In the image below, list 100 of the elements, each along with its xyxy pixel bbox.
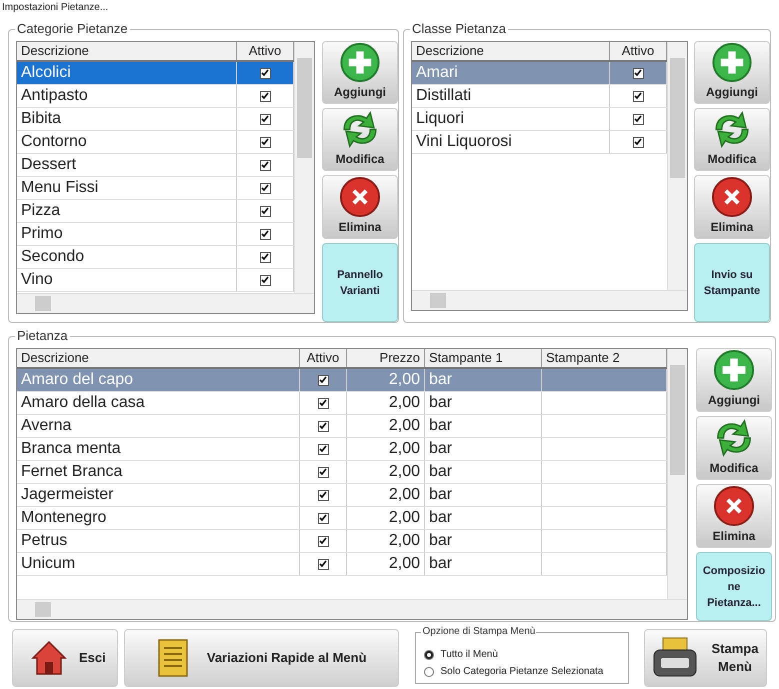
toolbar-button[interactable]: Esci xyxy=(12,629,118,687)
table-row[interactable]: Menu Fissi xyxy=(17,177,294,200)
checkbox[interactable] xyxy=(260,68,270,78)
table-row[interactable]: Vino xyxy=(17,269,294,292)
side-button[interactable]: Modifica xyxy=(694,108,770,171)
table-cell: Branca menta xyxy=(21,439,121,459)
side-button[interactable]: Elimina xyxy=(694,175,770,239)
side-button[interactable]: Modifica xyxy=(322,108,398,171)
table-row[interactable]: Bibita xyxy=(17,108,294,131)
table-row[interactable]: Petrus 2,00 bar xyxy=(17,530,667,553)
column-header[interactable]: Descrizione xyxy=(412,42,610,60)
table-cell: bar xyxy=(429,370,452,390)
checkbox[interactable] xyxy=(632,136,644,148)
checkbox[interactable] xyxy=(632,90,644,102)
table-row[interactable]: Contorno xyxy=(17,131,294,154)
table-cell: bar xyxy=(429,531,452,551)
checkbox[interactable] xyxy=(318,512,328,524)
radio-button[interactable] xyxy=(424,650,434,660)
side-button[interactable]: Aggiungi xyxy=(696,348,772,412)
column-header[interactable]: Descrizione xyxy=(17,349,300,367)
table-row[interactable]: Primo xyxy=(17,223,294,246)
plus-icon xyxy=(712,349,756,391)
table-cell: bar xyxy=(429,554,452,574)
column-header[interactable]: Stampante 1 xyxy=(425,349,542,367)
table-row[interactable]: Secondo xyxy=(17,246,294,269)
table-cell: 2,00 xyxy=(388,531,420,551)
check-icon xyxy=(634,115,642,123)
horizontal-scrollbar[interactable] xyxy=(17,599,687,619)
table-row[interactable]: Distillati xyxy=(412,85,667,108)
vertical-scrollbar[interactable] xyxy=(294,42,314,293)
checkbox[interactable] xyxy=(260,90,270,102)
table-cell: Bibita xyxy=(21,109,62,129)
table-row[interactable]: Dessert xyxy=(17,154,294,177)
table-cell: bar xyxy=(429,393,452,413)
checkbox[interactable] xyxy=(318,466,328,478)
side-button[interactable]: Elimina xyxy=(322,175,398,239)
table-row[interactable]: Pizza xyxy=(17,200,294,223)
checkbox[interactable] xyxy=(260,160,270,170)
checkbox[interactable] xyxy=(260,228,270,240)
checkbox[interactable] xyxy=(260,274,270,286)
table-row[interactable]: Jagermeister 2,00 bar xyxy=(17,484,667,507)
column-header[interactable]: Descrizione xyxy=(17,42,237,60)
table-cell: Amari xyxy=(416,63,458,83)
side-button[interactable]: Pannello Varianti xyxy=(322,243,398,322)
table-row[interactable]: Vini Liquorosi xyxy=(412,131,667,154)
checkbox[interactable] xyxy=(260,114,270,124)
table-row[interactable]: Montenegro 2,00 bar xyxy=(17,507,667,530)
checkbox[interactable] xyxy=(260,136,270,148)
group-title: Opzione di Stampa Menù xyxy=(421,626,536,638)
table-cell: Alcolici xyxy=(21,63,71,83)
checkbox[interactable] xyxy=(318,420,328,432)
side-button[interactable]: Invio su Stampante xyxy=(694,243,770,322)
check-icon xyxy=(319,445,327,453)
horizontal-scrollbar[interactable] xyxy=(412,290,687,310)
table-row[interactable]: Unicum 2,00 bar xyxy=(17,553,667,576)
checkbox[interactable] xyxy=(260,206,270,216)
vertical-scrollbar[interactable] xyxy=(667,42,687,290)
side-button[interactable]: Composizio ne Pietanza... xyxy=(696,552,772,621)
table-cell: 2,00 xyxy=(388,508,420,528)
checkbox[interactable] xyxy=(632,68,644,78)
checkbox[interactable] xyxy=(260,182,270,194)
toolbar-button[interactable]: Variazioni Rapide al Menù xyxy=(124,629,400,687)
checkbox[interactable] xyxy=(632,114,644,124)
side-button[interactable]: Elimina xyxy=(696,484,772,548)
checkbox[interactable] xyxy=(318,490,328,500)
side-button[interactable]: Modifica xyxy=(696,416,772,480)
checkbox[interactable] xyxy=(318,374,328,386)
table-cell: Menu Fissi xyxy=(21,178,98,198)
print-button[interactable]: Stampa Menù xyxy=(644,629,767,687)
table-row[interactable]: Averna 2,00 bar xyxy=(17,415,667,438)
column-header[interactable]: Prezzo xyxy=(347,349,425,367)
check-icon xyxy=(261,138,269,146)
check-icon xyxy=(319,491,327,499)
check-icon xyxy=(261,184,269,192)
check-icon xyxy=(261,253,269,261)
table-cell: 2,00 xyxy=(388,370,420,390)
side-button[interactable]: Aggiungi xyxy=(322,41,398,104)
vertical-scrollbar[interactable] xyxy=(667,349,687,599)
checkbox[interactable] xyxy=(260,252,270,262)
table-row[interactable]: Liquori xyxy=(412,108,667,131)
column-header[interactable]: Attivo xyxy=(300,349,347,367)
radio-label: Solo Categoria Pietanze Selezionata xyxy=(440,665,604,679)
check-icon xyxy=(319,422,327,430)
table-row[interactable]: Amaro della casa 2,00 bar xyxy=(17,392,667,415)
horizontal-scrollbar[interactable] xyxy=(17,293,314,313)
table-row[interactable]: Branca menta 2,00 bar xyxy=(17,438,667,461)
check-icon xyxy=(261,207,269,215)
table-row[interactable]: Alcolici xyxy=(17,62,294,85)
check-icon xyxy=(319,399,327,407)
checkbox[interactable] xyxy=(318,444,328,454)
checkbox[interactable] xyxy=(318,398,328,408)
table-row[interactable]: Fernet Branca 2,00 bar xyxy=(17,461,667,484)
checkbox[interactable] xyxy=(318,536,328,546)
radio-button[interactable] xyxy=(424,666,434,676)
side-button[interactable]: Aggiungi xyxy=(694,41,770,104)
table-cell: bar xyxy=(429,462,452,482)
table-cell: 2,00 xyxy=(388,462,420,482)
checkbox[interactable] xyxy=(318,558,328,570)
table-row[interactable]: Antipasto xyxy=(17,85,294,108)
table-cell: bar xyxy=(429,508,452,528)
